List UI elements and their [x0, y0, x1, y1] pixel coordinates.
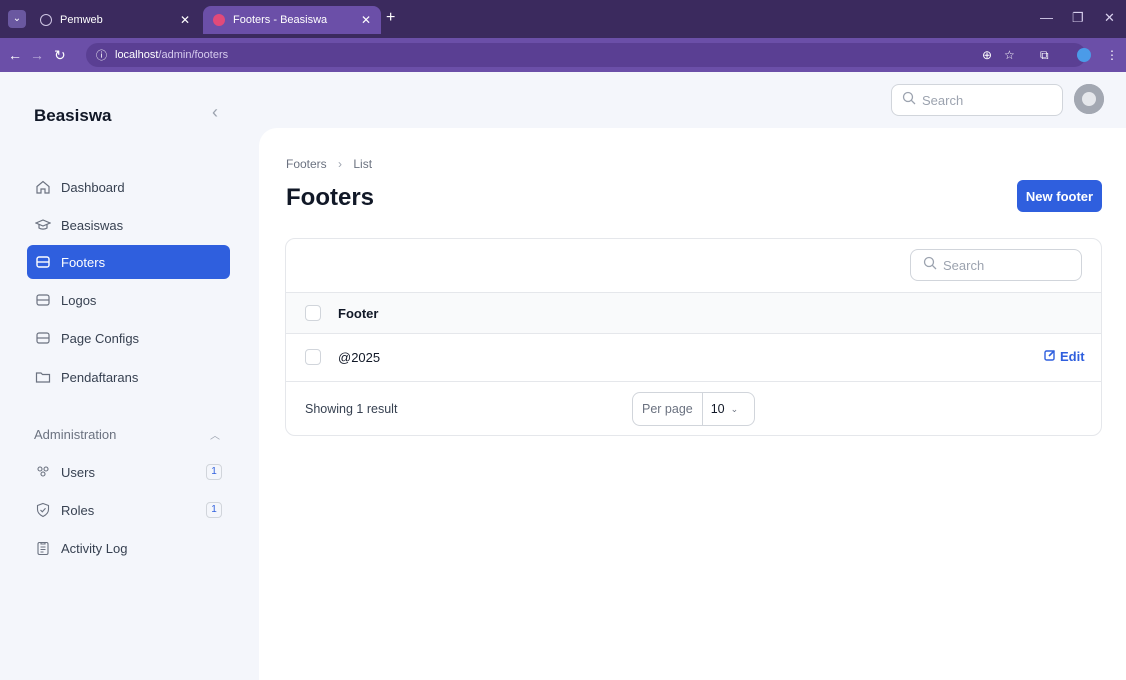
sidebar-item-label: Pendaftarans — [61, 369, 139, 385]
new-footer-button[interactable]: New footer — [1017, 180, 1102, 212]
search-icon — [902, 91, 916, 110]
footer-cell: @2025 — [338, 350, 381, 365]
pencil-square-icon — [1044, 349, 1056, 364]
count-badge: 1 — [206, 502, 222, 518]
users-icon — [35, 464, 51, 480]
address-bar-row: ← → ↻ ⓘ localhost/admin/footers ⊕ ☆ ⧉ ⋮ — [0, 38, 1126, 72]
sidebar-item-label: Roles — [61, 502, 95, 518]
sidebar-item-footers[interactable]: Footers — [27, 245, 230, 279]
profile-icon[interactable] — [1077, 48, 1091, 62]
site-info-icon[interactable]: ⓘ — [96, 47, 107, 63]
more-menu-icon[interactable]: ⋮ — [1106, 48, 1118, 62]
count-badge: 1 — [206, 464, 222, 480]
close-tab-icon[interactable]: ✕ — [180, 13, 190, 27]
inbox-icon — [35, 254, 51, 270]
url-field[interactable]: ⓘ localhost/admin/footers — [86, 43, 1086, 67]
collapse-sidebar-icon[interactable]: ‹ — [212, 102, 218, 123]
sidebar-item-label: Footers — [61, 254, 106, 270]
shield-check-icon — [35, 502, 51, 518]
app-favicon-icon — [213, 14, 225, 26]
sidebar-item-activity-log[interactable]: Activity Log — [27, 531, 230, 565]
inbox-icon — [35, 330, 51, 346]
folder-icon — [35, 369, 51, 385]
per-page-label: Per page — [633, 393, 703, 425]
close-window-icon[interactable]: ✕ — [1104, 10, 1115, 26]
per-page-select[interactable]: Per page 10 ⌄ — [632, 392, 755, 426]
restore-icon[interactable]: ❐ — [1072, 10, 1084, 26]
brand-logo[interactable]: Beasiswa — [34, 106, 112, 126]
edit-label: Edit — [1060, 349, 1085, 364]
url-text: localhost/admin/footers — [115, 49, 229, 61]
edit-button[interactable]: Edit — [1044, 349, 1085, 364]
inbox-icon — [35, 292, 51, 308]
close-tab-icon[interactable]: ✕ — [361, 13, 371, 27]
sidebar-item-pendaftarans[interactable]: Pendaftarans — [27, 360, 230, 394]
chevron-right-icon: › — [338, 157, 343, 171]
zoom-icon[interactable]: ⊕ — [982, 48, 992, 62]
search-placeholder: Search — [922, 92, 964, 108]
row-checkbox[interactable] — [305, 349, 321, 365]
table-row[interactable]: @2025 Edit — [286, 334, 1101, 382]
minimize-icon[interactable]: — — [1040, 10, 1053, 25]
browser-tab-pemweb[interactable]: Pemweb ✕ — [30, 6, 200, 34]
page-title: Footers — [286, 184, 375, 211]
select-all-checkbox[interactable] — [305, 305, 321, 321]
sidebar-item-page-configs[interactable]: Page Configs — [27, 321, 230, 355]
bookmark-star-icon[interactable]: ☆ — [1004, 48, 1015, 62]
sidebar-item-label: Users — [61, 464, 95, 480]
tab-title: Pemweb — [60, 14, 103, 26]
browser-tab-bar: ⌄ Pemweb ✕ Footers - Beasiswa ✕ + — ❐ ✕ — [0, 0, 1126, 38]
browser-tab-footers[interactable]: Footers - Beasiswa ✕ — [203, 6, 381, 34]
chevron-down-icon: ⌄ — [730, 403, 739, 414]
table-header: Footer — [286, 292, 1101, 334]
tab-search-button[interactable]: ⌄ — [8, 10, 26, 28]
tab-title: Footers - Beasiswa — [233, 14, 328, 26]
sidebar-item-logos[interactable]: Logos — [27, 283, 230, 317]
home-icon — [35, 179, 51, 195]
sidebar-item-beasiswas[interactable]: Beasiswas — [27, 208, 230, 242]
sidebar-item-users[interactable]: Users 1 — [27, 455, 230, 489]
search-placeholder: Search — [943, 257, 985, 273]
academic-cap-icon — [35, 217, 51, 233]
sidebar-item-label: Logos — [61, 292, 97, 308]
globe-icon — [40, 14, 52, 26]
group-label-administration[interactable]: Administration — [34, 427, 116, 442]
column-header-footer[interactable]: Footer — [338, 306, 378, 321]
back-icon[interactable]: ← — [8, 47, 22, 63]
chevron-up-icon[interactable]: ︿ — [210, 427, 220, 442]
forward-icon[interactable]: → — [30, 47, 44, 63]
footers-table-card: Search Footer @2025 Edit Showing 1 resul… — [285, 238, 1102, 436]
sidebar: Beasiswa ‹ Dashboard Beasiswas Footers L… — [0, 72, 259, 680]
breadcrumb: Footers › List — [286, 157, 372, 171]
new-tab-button[interactable]: + — [386, 9, 395, 27]
sidebar-item-label: Dashboard — [61, 179, 125, 195]
per-page-value[interactable]: 10 ⌄ — [703, 402, 746, 416]
clipboard-icon — [35, 540, 51, 556]
table-search-input[interactable]: Search — [910, 249, 1082, 281]
sidebar-item-roles[interactable]: Roles 1 — [27, 493, 230, 527]
sidebar-item-label: Page Configs — [61, 330, 140, 346]
sidebar-item-label: Activity Log — [61, 540, 128, 556]
extensions-icon[interactable]: ⧉ — [1040, 48, 1049, 63]
results-summary: Showing 1 result — [305, 402, 398, 416]
breadcrumb-list: List — [353, 157, 373, 171]
global-search-input[interactable]: Search — [891, 84, 1063, 116]
sidebar-item-label: Beasiswas — [61, 217, 124, 233]
avatar[interactable] — [1074, 84, 1104, 114]
reload-icon[interactable]: ↻ — [54, 47, 66, 64]
search-icon — [923, 256, 937, 275]
sidebar-item-dashboard[interactable]: Dashboard — [27, 170, 230, 204]
breadcrumb-footers[interactable]: Footers — [286, 157, 327, 171]
